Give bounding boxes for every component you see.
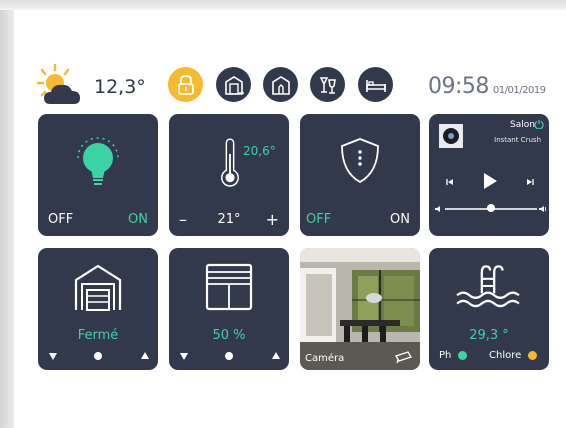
light-tile[interactable]: OFF ON — [38, 114, 158, 236]
mode-garage-house-button[interactable] — [216, 67, 251, 102]
light-off-button[interactable]: OFF — [48, 212, 73, 227]
mode-lock-button[interactable] — [168, 67, 203, 102]
date: 01/01/2019 — [492, 85, 546, 96]
temperature-increase-button[interactable]: + — [266, 210, 279, 229]
header-bar: 12,3° 09:58 01/01/2019 — [36, 64, 556, 108]
mode-night-button[interactable] — [358, 67, 393, 102]
mode-party-button[interactable] — [310, 67, 345, 102]
clock: 09:58 01/01/2019 — [428, 74, 546, 99]
garage-stop-icon[interactable] — [93, 351, 103, 361]
time: 09:58 — [428, 74, 489, 99]
pool-temperature: 29,3 ° — [469, 328, 509, 343]
pool-tile[interactable]: 29,3 ° Ph Chlore — [429, 248, 549, 370]
screen-frame-top — [0, 0, 566, 10]
temperature-setpoint: 21° — [217, 212, 241, 227]
alarm-off-button[interactable]: OFF — [306, 212, 331, 227]
next-icon[interactable] — [525, 177, 535, 187]
album-cover-icon — [439, 124, 463, 148]
garage-up-arrow-icon[interactable] — [140, 351, 150, 361]
music-tile[interactable]: Salon Instant Crush — [429, 114, 549, 236]
volume-slider-handle[interactable] — [487, 204, 495, 212]
garage-icon — [74, 264, 122, 311]
light-on-button[interactable]: ON — [128, 212, 148, 227]
shield-icon — [341, 138, 379, 184]
garage-house-icon — [224, 75, 244, 95]
volume-high-icon — [539, 206, 546, 212]
music-track: Instant Crush — [494, 136, 541, 144]
play-icon[interactable] — [482, 172, 498, 190]
shutter-up-arrow-icon[interactable] — [271, 351, 281, 361]
temperature-decrease-button[interactable]: – — [179, 210, 187, 229]
security-camera-icon — [395, 351, 412, 364]
garage-down-arrow-icon[interactable] — [48, 351, 58, 361]
current-temperature: 20,6° — [243, 144, 276, 158]
pool-icon — [456, 265, 520, 308]
camera-tile[interactable]: Caméra — [300, 248, 420, 370]
mode-house-button[interactable] — [263, 67, 298, 102]
bed-icon — [365, 79, 386, 92]
lock-icon — [177, 74, 194, 95]
party-drinks-icon — [319, 76, 336, 94]
shutter-level: 50 % — [212, 328, 246, 343]
previous-icon[interactable] — [445, 177, 455, 187]
garage-status: Fermé — [77, 328, 119, 343]
thermostat-tile[interactable]: 20,6° – 21° + — [169, 114, 289, 236]
partly-cloudy-sun-icon — [36, 64, 80, 104]
power-icon[interactable] — [534, 119, 544, 129]
shutter-icon — [205, 263, 253, 311]
house-icon — [271, 75, 290, 95]
ph-label: Ph — [439, 350, 452, 361]
ph-status-indicator — [458, 351, 467, 360]
alarm-on-button[interactable]: ON — [390, 212, 410, 227]
screen-frame-left — [0, 0, 14, 428]
outdoor-temperature: 12,3° — [94, 76, 146, 98]
shutter-stop-icon[interactable] — [224, 351, 234, 361]
music-room: Salon — [510, 120, 535, 130]
thermometer-icon — [221, 138, 239, 187]
volume-low-icon — [435, 206, 440, 212]
camera-label: Caméra — [305, 353, 345, 364]
shutter-tile[interactable]: 50 % — [169, 248, 289, 370]
shutter-down-arrow-icon[interactable] — [179, 351, 189, 361]
lightbulb-icon — [77, 137, 119, 185]
garage-tile[interactable]: Fermé — [38, 248, 158, 370]
chlore-label: Chlore — [489, 350, 522, 361]
alarm-tile[interactable]: OFF ON — [300, 114, 420, 236]
chlore-status-indicator — [528, 351, 537, 360]
